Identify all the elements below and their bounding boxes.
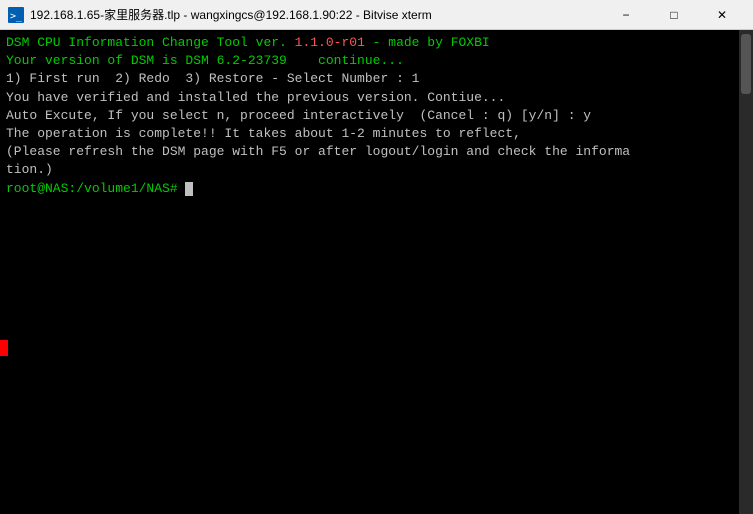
line-prompt: root@NAS:/volume1/NAS# <box>6 180 747 198</box>
scrollbar-thumb[interactable] <box>741 34 751 94</box>
svg-text:>_: >_ <box>10 11 23 22</box>
line-menu: 1) First run 2) Redo 3) Restore - Select… <box>6 70 747 88</box>
terminal-content: DSM CPU Information Change Tool ver. 1.1… <box>6 34 747 198</box>
left-marker <box>0 340 8 356</box>
line-auto-excute: Auto Excute, If you select n, proceed in… <box>6 107 747 125</box>
maximize-button[interactable]: □ <box>651 0 697 30</box>
line-complete-1: The operation is complete!! It takes abo… <box>6 125 747 143</box>
titlebar: >_ 192.168.1.65-家里服务器.tlp - wangxingcs@1… <box>0 0 753 30</box>
terminal-window[interactable]: DSM CPU Information Change Tool ver. 1.1… <box>0 30 753 514</box>
scrollbar[interactable] <box>739 30 753 514</box>
terminal-cursor <box>185 182 193 196</box>
app-icon: >_ <box>8 7 24 23</box>
window-title: 192.168.1.65-家里服务器.tlp - wangxingcs@192.… <box>30 6 603 23</box>
line-verified: You have verified and installed the prev… <box>6 89 747 107</box>
line-complete-3: tion.) <box>6 161 747 179</box>
window-controls: − □ ✕ <box>603 0 745 30</box>
line-tool-header: DSM CPU Information Change Tool ver. 1.1… <box>6 34 747 52</box>
minimize-button[interactable]: − <box>603 0 649 30</box>
line-complete-2: (Please refresh the DSM page with F5 or … <box>6 143 747 161</box>
line-version: Your version of DSM is DSM 6.2-23739 con… <box>6 52 747 70</box>
close-button[interactable]: ✕ <box>699 0 745 30</box>
